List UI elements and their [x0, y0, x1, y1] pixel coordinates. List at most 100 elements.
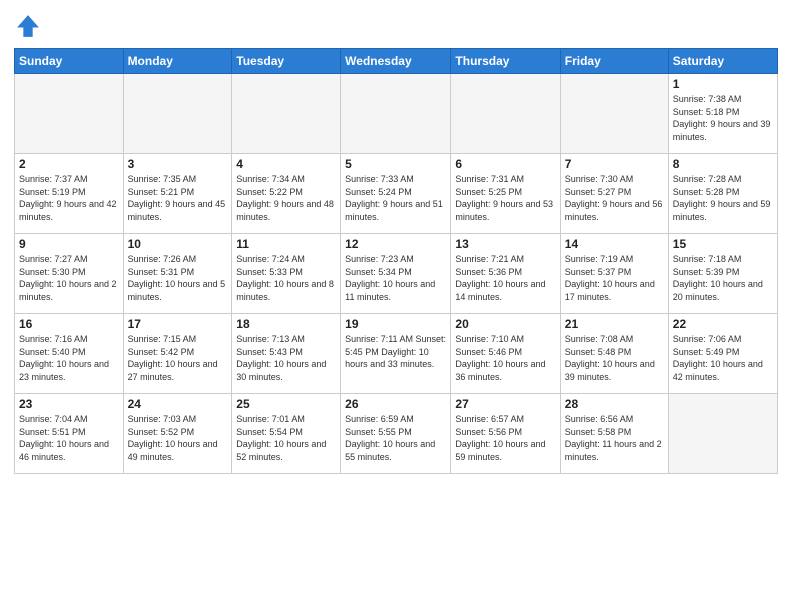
day-number: 7 — [565, 157, 664, 171]
day-cell: 24 Sunrise: 7:03 AM Sunset: 5:52 PM Dayli… — [123, 394, 232, 474]
day-cell: 8 Sunrise: 7:28 AM Sunset: 5:28 PM Daylig… — [668, 154, 777, 234]
day-number: 9 — [19, 237, 119, 251]
day-number: 17 — [128, 317, 228, 331]
day-info: Sunrise: 7:03 AM Sunset: 5:52 PM Dayligh… — [128, 413, 228, 463]
weekday-header-monday: Monday — [123, 49, 232, 74]
day-number: 21 — [565, 317, 664, 331]
day-info: Sunrise: 7:24 AM Sunset: 5:33 PM Dayligh… — [236, 253, 336, 303]
day-number: 24 — [128, 397, 228, 411]
day-number: 19 — [345, 317, 446, 331]
day-info: Sunrise: 7:01 AM Sunset: 5:54 PM Dayligh… — [236, 413, 336, 463]
day-cell: 12 Sunrise: 7:23 AM Sunset: 5:34 PM Dayli… — [341, 234, 451, 314]
day-number: 20 — [455, 317, 555, 331]
day-info: Sunrise: 7:21 AM Sunset: 5:36 PM Dayligh… — [455, 253, 555, 303]
weekday-header-friday: Friday — [560, 49, 668, 74]
day-info: Sunrise: 7:16 AM Sunset: 5:40 PM Dayligh… — [19, 333, 119, 383]
day-info: Sunrise: 7:38 AM Sunset: 5:18 PM Dayligh… — [673, 93, 773, 143]
weekday-header-thursday: Thursday — [451, 49, 560, 74]
day-number: 6 — [455, 157, 555, 171]
day-cell: 28Sunrise: 6:56 AM Sunset: 5:58 PM Dayli… — [560, 394, 668, 474]
day-info: Sunrise: 7:28 AM Sunset: 5:28 PM Dayligh… — [673, 173, 773, 223]
day-info: Sunrise: 7:34 AM Sunset: 5:22 PM Dayligh… — [236, 173, 336, 223]
day-cell: 10 Sunrise: 7:26 AM Sunset: 5:31 PM Dayli… — [123, 234, 232, 314]
week-row-4: 16 Sunrise: 7:16 AM Sunset: 5:40 PM Dayli… — [15, 314, 778, 394]
day-cell: 20Sunrise: 7:10 AM Sunset: 5:46 PM Dayli… — [451, 314, 560, 394]
header — [14, 12, 778, 40]
day-info: Sunrise: 7:06 AM Sunset: 5:49 PM Dayligh… — [673, 333, 773, 383]
day-number: 12 — [345, 237, 446, 251]
logo — [14, 12, 46, 40]
weekday-header-row: SundayMondayTuesdayWednesdayThursdayFrid… — [15, 49, 778, 74]
day-number: 16 — [19, 317, 119, 331]
day-number: 28 — [565, 397, 664, 411]
day-info: Sunrise: 7:30 AM Sunset: 5:27 PM Dayligh… — [565, 173, 664, 223]
day-number: 26 — [345, 397, 446, 411]
day-number: 27 — [455, 397, 555, 411]
day-cell: 1 Sunrise: 7:38 AM Sunset: 5:18 PM Daylig… — [668, 74, 777, 154]
day-cell: 18 Sunrise: 7:13 AM Sunset: 5:43 PM Dayli… — [232, 314, 341, 394]
day-cell: 21 Sunrise: 7:08 AM Sunset: 5:48 PM Dayli… — [560, 314, 668, 394]
calendar-table: SundayMondayTuesdayWednesdayThursdayFrid… — [14, 48, 778, 474]
day-cell: 4 Sunrise: 7:34 AM Sunset: 5:22 PM Daylig… — [232, 154, 341, 234]
week-row-2: 2 Sunrise: 7:37 AM Sunset: 5:19 PM Daylig… — [15, 154, 778, 234]
day-cell: 3 Sunrise: 7:35 AM Sunset: 5:21 PM Daylig… — [123, 154, 232, 234]
day-cell: 6Sunrise: 7:31 AM Sunset: 5:25 PM Daylig… — [451, 154, 560, 234]
day-number: 2 — [19, 157, 119, 171]
day-cell: 27 Sunrise: 6:57 AM Sunset: 5:56 PM Dayli… — [451, 394, 560, 474]
day-cell: 2 Sunrise: 7:37 AM Sunset: 5:19 PM Daylig… — [15, 154, 124, 234]
day-cell — [123, 74, 232, 154]
day-info: Sunrise: 7:27 AM Sunset: 5:30 PM Dayligh… — [19, 253, 119, 303]
week-row-3: 9 Sunrise: 7:27 AM Sunset: 5:30 PM Daylig… — [15, 234, 778, 314]
day-cell: 7 Sunrise: 7:30 AM Sunset: 5:27 PM Daylig… — [560, 154, 668, 234]
day-cell: 16 Sunrise: 7:16 AM Sunset: 5:40 PM Dayli… — [15, 314, 124, 394]
day-cell: 11 Sunrise: 7:24 AM Sunset: 5:33 PM Dayli… — [232, 234, 341, 314]
day-cell — [451, 74, 560, 154]
day-cell: 14 Sunrise: 7:19 AM Sunset: 5:37 PM Dayli… — [560, 234, 668, 314]
day-number: 10 — [128, 237, 228, 251]
day-number: 18 — [236, 317, 336, 331]
day-info: Sunrise: 7:37 AM Sunset: 5:19 PM Dayligh… — [19, 173, 119, 223]
day-number: 22 — [673, 317, 773, 331]
day-cell: 17 Sunrise: 7:15 AM Sunset: 5:42 PM Dayli… — [123, 314, 232, 394]
day-cell — [560, 74, 668, 154]
day-cell: 22 Sunrise: 7:06 AM Sunset: 5:49 PM Dayli… — [668, 314, 777, 394]
day-cell: 5 Sunrise: 7:33 AM Sunset: 5:24 PM Daylig… — [341, 154, 451, 234]
day-number: 23 — [19, 397, 119, 411]
day-info: Sunrise: 7:13 AM Sunset: 5:43 PM Dayligh… — [236, 333, 336, 383]
logo-icon — [14, 12, 42, 40]
day-cell: 9 Sunrise: 7:27 AM Sunset: 5:30 PM Daylig… — [15, 234, 124, 314]
weekday-header-sunday: Sunday — [15, 49, 124, 74]
day-number: 13 — [455, 237, 555, 251]
day-info: Sunrise: 7:23 AM Sunset: 5:34 PM Dayligh… — [345, 253, 446, 303]
day-info: Sunrise: 6:59 AM Sunset: 5:55 PM Dayligh… — [345, 413, 446, 463]
day-number: 14 — [565, 237, 664, 251]
day-number: 11 — [236, 237, 336, 251]
day-number: 25 — [236, 397, 336, 411]
day-number: 8 — [673, 157, 773, 171]
day-cell: 19Sunrise: 7:11 AM Sunset: 5:45 PM Dayli… — [341, 314, 451, 394]
day-info: Sunrise: 6:57 AM Sunset: 5:56 PM Dayligh… — [455, 413, 555, 463]
day-info: Sunrise: 7:26 AM Sunset: 5:31 PM Dayligh… — [128, 253, 228, 303]
weekday-header-wednesday: Wednesday — [341, 49, 451, 74]
day-cell: 26 Sunrise: 6:59 AM Sunset: 5:55 PM Dayli… — [341, 394, 451, 474]
day-cell: 25 Sunrise: 7:01 AM Sunset: 5:54 PM Dayli… — [232, 394, 341, 474]
day-info: Sunrise: 7:08 AM Sunset: 5:48 PM Dayligh… — [565, 333, 664, 383]
day-number: 3 — [128, 157, 228, 171]
day-info: Sunrise: 7:35 AM Sunset: 5:21 PM Dayligh… — [128, 173, 228, 223]
week-row-1: 1 Sunrise: 7:38 AM Sunset: 5:18 PM Daylig… — [15, 74, 778, 154]
day-cell — [15, 74, 124, 154]
day-cell — [341, 74, 451, 154]
day-cell: 23Sunrise: 7:04 AM Sunset: 5:51 PM Dayli… — [15, 394, 124, 474]
day-info: Sunrise: 7:15 AM Sunset: 5:42 PM Dayligh… — [128, 333, 228, 383]
day-info: Sunrise: 7:33 AM Sunset: 5:24 PM Dayligh… — [345, 173, 446, 223]
weekday-header-tuesday: Tuesday — [232, 49, 341, 74]
week-row-5: 23Sunrise: 7:04 AM Sunset: 5:51 PM Dayli… — [15, 394, 778, 474]
day-number: 4 — [236, 157, 336, 171]
day-info: Sunrise: 7:18 AM Sunset: 5:39 PM Dayligh… — [673, 253, 773, 303]
day-number: 1 — [673, 77, 773, 91]
day-info: Sunrise: 7:19 AM Sunset: 5:37 PM Dayligh… — [565, 253, 664, 303]
day-cell: 13 Sunrise: 7:21 AM Sunset: 5:36 PM Dayli… — [451, 234, 560, 314]
day-number: 15 — [673, 237, 773, 251]
day-number: 5 — [345, 157, 446, 171]
day-cell: 15 Sunrise: 7:18 AM Sunset: 5:39 PM Dayli… — [668, 234, 777, 314]
